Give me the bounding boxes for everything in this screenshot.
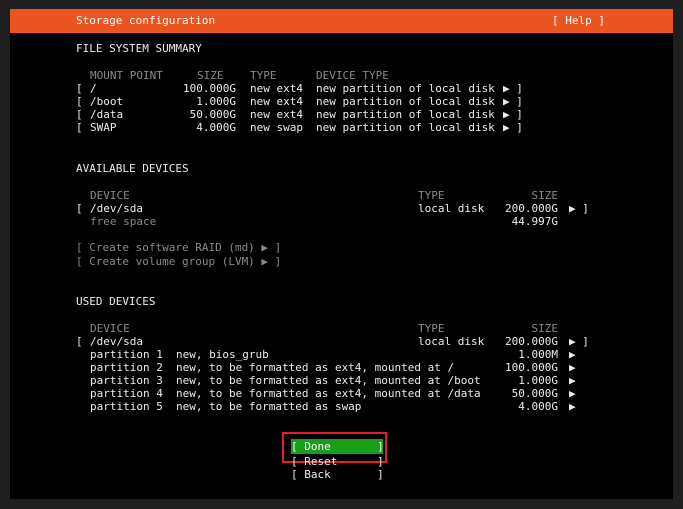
device-name: /dev/sda [90,335,143,348]
partition-size: 1.000M [518,348,558,361]
partition-arrow-icon[interactable]: ▶ [569,348,576,361]
free-space-size: 44.997G [511,215,558,228]
page-title: Storage configuration [76,14,216,27]
partition-size: 1.000G [518,374,558,387]
back-button[interactable]: [ Back ] [291,468,384,481]
fs-col-device-type: DEVICE TYPE [316,69,389,82]
title-bar: Storage configuration [ Help ] [10,9,673,33]
used-col-size: SIZE [531,322,559,335]
partition-label: partition 1 [90,348,163,361]
available-heading: AVAILABLE DEVICES [76,162,189,175]
fs-device-type: new partition of local disk [316,121,495,134]
partition-arrow-icon[interactable]: ▶ [569,387,576,400]
help-button[interactable]: [ Help ] [552,14,605,28]
device-size: 200.000G [505,202,558,215]
create-lvm-button[interactable]: [ Create volume group (LVM) ▶ ] [76,255,281,268]
device-arrow-icon[interactable]: ▶ ] [569,335,589,348]
avail-col-size: SIZE [531,189,559,202]
create-raid-button[interactable]: [ Create software RAID (md) ▶ ] [76,241,281,254]
avail-col-type: TYPE [418,189,445,202]
fs-device-type: new partition of local disk [316,82,495,95]
fs-type: new ext4 [250,95,303,108]
fs-device-type: new partition of local disk [316,95,495,108]
fs-col-type: TYPE [250,69,277,82]
partition-arrow-icon[interactable]: ▶ [569,361,576,374]
device-type: local disk [418,335,485,348]
fs-type: new ext4 [250,82,303,95]
fs-mount: SWAP [90,121,117,134]
fs-type: new swap [250,121,303,134]
fs-device-type: new partition of local disk [316,108,495,121]
device-type: local disk [418,202,485,215]
fs-col-mount: MOUNT POINT [90,69,163,82]
partition-desc: new, to be formatted as ext4, mounted at… [176,387,481,400]
partition-size: 4.000G [518,400,558,413]
fs-mount: / [90,82,97,95]
partition-size: 100.000G [505,361,558,374]
partition-desc: new, to be formatted as swap [176,400,362,413]
fs-row-arrow-icon[interactable]: ▶ ] [503,121,523,134]
free-space-label: free space [90,215,157,228]
partition-desc: new, to be formatted as ext4, mounted at… [176,361,455,374]
fs-row-arrow-icon[interactable]: ▶ ] [503,82,523,95]
avail-col-device: DEVICE [90,189,130,202]
fs-size: 50.000G [189,108,236,121]
device-size: 200.000G [505,335,558,348]
terminal-window: Storage configuration [ Help ] FILE SYST… [10,9,673,499]
used-col-type: TYPE [418,322,445,335]
fs-size: 1.000G [196,95,236,108]
device-name: /dev/sda [90,202,143,215]
fs-size: 100.000G [183,82,236,95]
partition-label: partition 2 [90,361,163,374]
fs-size: 4.000G [196,121,236,134]
fs-row-arrow-icon[interactable]: ▶ ] [503,108,523,121]
fs-mount: /data [90,108,124,121]
fs-col-size: SIZE [197,69,224,82]
reset-button[interactable]: [ Reset ] [291,455,384,468]
device-arrow-icon[interactable]: ▶ ] [569,202,589,215]
partition-label: partition 4 [90,387,163,400]
partition-label: partition 5 [90,400,163,413]
fs-mount: /boot [90,95,124,108]
partition-arrow-icon[interactable]: ▶ [569,374,576,387]
partition-arrow-icon[interactable]: ▶ [569,400,576,413]
partition-label: partition 3 [90,374,163,387]
fs-summary-heading: FILE SYSTEM SUMMARY [76,42,202,55]
partition-desc: new, to be formatted as ext4, mounted at… [176,374,481,387]
used-heading: USED DEVICES [76,295,156,308]
partition-size: 50.000G [511,387,558,400]
partition-desc: new, bios_grub [176,348,269,361]
fs-type: new ext4 [250,108,303,121]
used-col-device: DEVICE [90,322,130,335]
fs-row-arrow-icon[interactable]: ▶ ] [503,95,523,108]
